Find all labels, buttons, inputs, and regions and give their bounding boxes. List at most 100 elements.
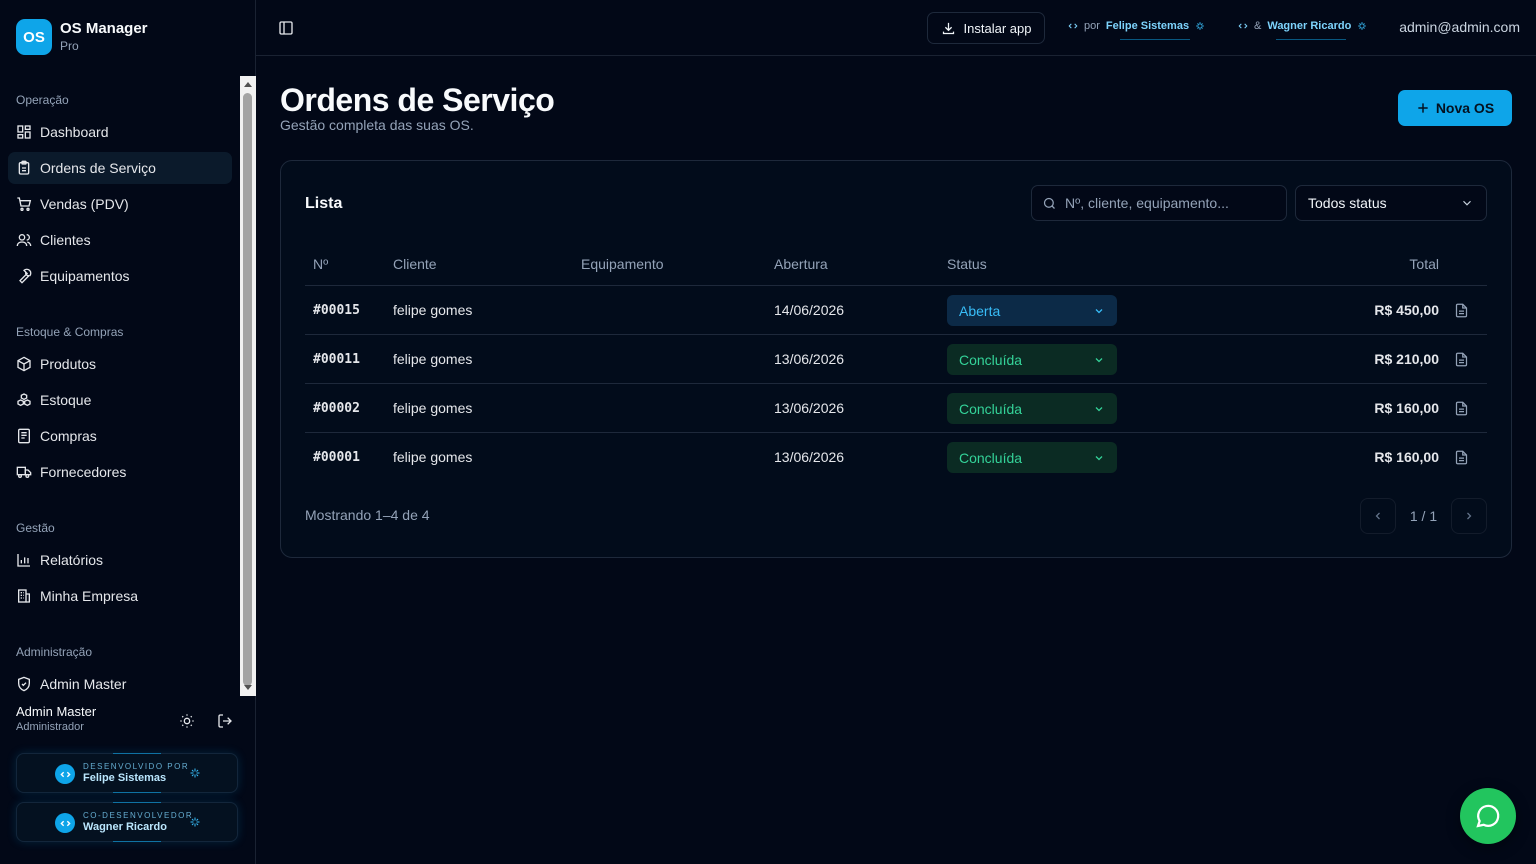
sidebar-toggle-icon[interactable]	[278, 20, 294, 36]
sidebar-item-admin-master[interactable]: Admin Master	[8, 668, 232, 696]
status-filter-select[interactable]: Todos status	[1295, 185, 1487, 221]
logout-button[interactable]	[216, 712, 234, 730]
previous-page-button[interactable]	[1360, 498, 1396, 534]
search-input[interactable]	[1065, 195, 1285, 211]
status-value: Aberta	[959, 302, 1001, 319]
sidebar-scrollbar[interactable]	[240, 76, 256, 696]
order-number[interactable]: #00015	[313, 303, 360, 318]
page-title: Ordens de Serviço	[280, 82, 555, 118]
install-app-button[interactable]: Instalar app	[927, 12, 1045, 44]
package-icon	[17, 356, 31, 372]
nav-group-label: Administração	[16, 645, 93, 659]
sidebar-item-label: Clientes	[40, 232, 91, 248]
co-developer-card[interactable]: CO-DESENVOLVEDOR Wagner Ricardo	[16, 802, 238, 842]
sidebar-item-dashboard[interactable]: Dashboard	[8, 116, 232, 148]
sidebar-item-label: Admin Master	[40, 676, 127, 692]
sidebar-item-minha-empresa[interactable]: Minha Empresa	[8, 580, 232, 612]
status-filter-value: Todos status	[1308, 195, 1387, 211]
user-email[interactable]: admin@admin.com	[1399, 19, 1520, 35]
search-box[interactable]	[1031, 185, 1287, 221]
whatsapp-button[interactable]	[1460, 788, 1516, 844]
status-select[interactable]: Concluída	[947, 344, 1117, 375]
install-app-label: Instalar app	[963, 20, 1032, 36]
credit-felipe[interactable]: por Felipe Sistemas	[1068, 20, 1205, 40]
sidebar-item-label: Equipamentos	[40, 268, 130, 284]
sidebar-item-clientes[interactable]: Clientes	[8, 224, 232, 256]
app-root: OS OS Manager Pro Operação Dashboard Ord…	[0, 0, 1536, 864]
sidebar-item-label: Relatórios	[40, 552, 104, 568]
theme-toggle-button[interactable]	[178, 712, 196, 730]
table-row[interactable]: #00002 felipe gomes 13/06/2026 Concluída…	[305, 384, 1487, 433]
order-total: R$ 450,00	[1374, 302, 1439, 318]
order-number[interactable]: #00011	[313, 352, 360, 367]
table-row[interactable]: #00001 felipe gomes 13/06/2026 Concluída…	[305, 433, 1487, 482]
order-number[interactable]: #00002	[313, 401, 360, 416]
new-os-label: Nova OS	[1435, 100, 1495, 116]
sparkle-icon	[190, 768, 200, 778]
document-icon[interactable]	[1454, 303, 1469, 318]
dashboard-icon	[17, 125, 31, 139]
download-icon	[942, 22, 954, 34]
shield-icon	[18, 676, 30, 692]
order-opened: 14/06/2026	[774, 302, 845, 318]
sidebar-item-vendas[interactable]: Vendas (PDV)	[8, 188, 232, 220]
pagination: 1 / 1	[1360, 498, 1487, 534]
next-page-button[interactable]	[1451, 498, 1487, 534]
column-header-total: Total	[1409, 256, 1439, 272]
scroll-down-arrow-icon[interactable]	[244, 685, 252, 690]
status-select[interactable]: Concluída	[947, 393, 1117, 424]
nav-group-label: Estoque & Compras	[16, 325, 124, 339]
document-icon[interactable]	[1454, 450, 1469, 465]
pagination-summary: Mostrando 1–4 de 4	[305, 507, 430, 523]
credit-underline	[1276, 39, 1346, 40]
boxes-icon	[17, 393, 31, 407]
table-row[interactable]: #00011 felipe gomes 13/06/2026 Concluída…	[305, 335, 1487, 384]
brand[interactable]: OS OS Manager Pro	[16, 19, 148, 55]
new-os-button[interactable]: Nova OS	[1398, 90, 1512, 126]
chevron-left-icon	[1375, 512, 1380, 520]
cart-icon	[17, 197, 32, 211]
status-value: Concluída	[959, 351, 1023, 368]
sidebar-item-ordens-de-servico[interactable]: Ordens de Serviço	[8, 152, 232, 184]
receipt-icon	[18, 428, 30, 444]
co-developer-label: CO-DESENVOLVEDOR	[83, 810, 194, 820]
status-value: Concluída	[959, 449, 1023, 466]
order-number[interactable]: #00001	[313, 450, 360, 465]
column-header-opened: Abertura	[774, 256, 828, 272]
column-header-status: Status	[947, 256, 987, 272]
credit-prefix: por	[1084, 20, 1100, 32]
scrollbar-thumb[interactable]	[243, 93, 252, 686]
status-select[interactable]: Concluída	[947, 442, 1117, 473]
code-icon	[1068, 23, 1078, 29]
sidebar: OS OS Manager Pro Operação Dashboard Ord…	[0, 0, 256, 864]
nav-group-label: Gestão	[16, 521, 55, 535]
document-icon[interactable]	[1454, 352, 1469, 367]
user-actions	[178, 712, 234, 730]
sidebar-item-fornecedores[interactable]: Fornecedores	[8, 456, 232, 488]
order-client: felipe gomes	[393, 449, 473, 465]
document-icon[interactable]	[1454, 401, 1469, 416]
nav-group-label: Operação	[16, 93, 69, 107]
topbar: Instalar app por Felipe Sistemas & Wagne…	[256, 0, 1536, 56]
orders-table: Nº Cliente Equipamento Abertura Status T…	[305, 241, 1487, 482]
sidebar-item-equipamentos[interactable]: Equipamentos	[8, 260, 232, 292]
sidebar-item-estoque[interactable]: Estoque	[8, 384, 232, 416]
developer-card[interactable]: DESENVOLVIDO POR Felipe Sistemas	[16, 753, 238, 793]
credit-wagner[interactable]: & Wagner Ricardo	[1238, 20, 1367, 40]
brand-logo: OS	[16, 19, 52, 55]
chevron-down-icon	[1095, 308, 1103, 313]
order-total: R$ 160,00	[1374, 449, 1439, 465]
co-developer-name: Wagner Ricardo	[83, 820, 167, 833]
sidebar-item-produtos[interactable]: Produtos	[8, 348, 232, 380]
sidebar-item-relatorios[interactable]: Relatórios	[8, 544, 232, 576]
status-select[interactable]: Aberta	[947, 295, 1117, 326]
sparkle-icon	[1358, 22, 1367, 30]
chevron-right-icon	[1467, 512, 1472, 520]
sparkle-icon	[1196, 22, 1204, 30]
scroll-up-arrow-icon[interactable]	[244, 82, 252, 87]
developer-label: DESENVOLVIDO POR	[83, 761, 190, 771]
table-row[interactable]: #00015 felipe gomes 14/06/2026 Aberta R$…	[305, 286, 1487, 335]
sidebar-item-compras[interactable]: Compras	[8, 420, 232, 452]
sidebar-item-label: Minha Empresa	[40, 588, 139, 604]
sidebar-item-label: Vendas (PDV)	[40, 196, 129, 212]
